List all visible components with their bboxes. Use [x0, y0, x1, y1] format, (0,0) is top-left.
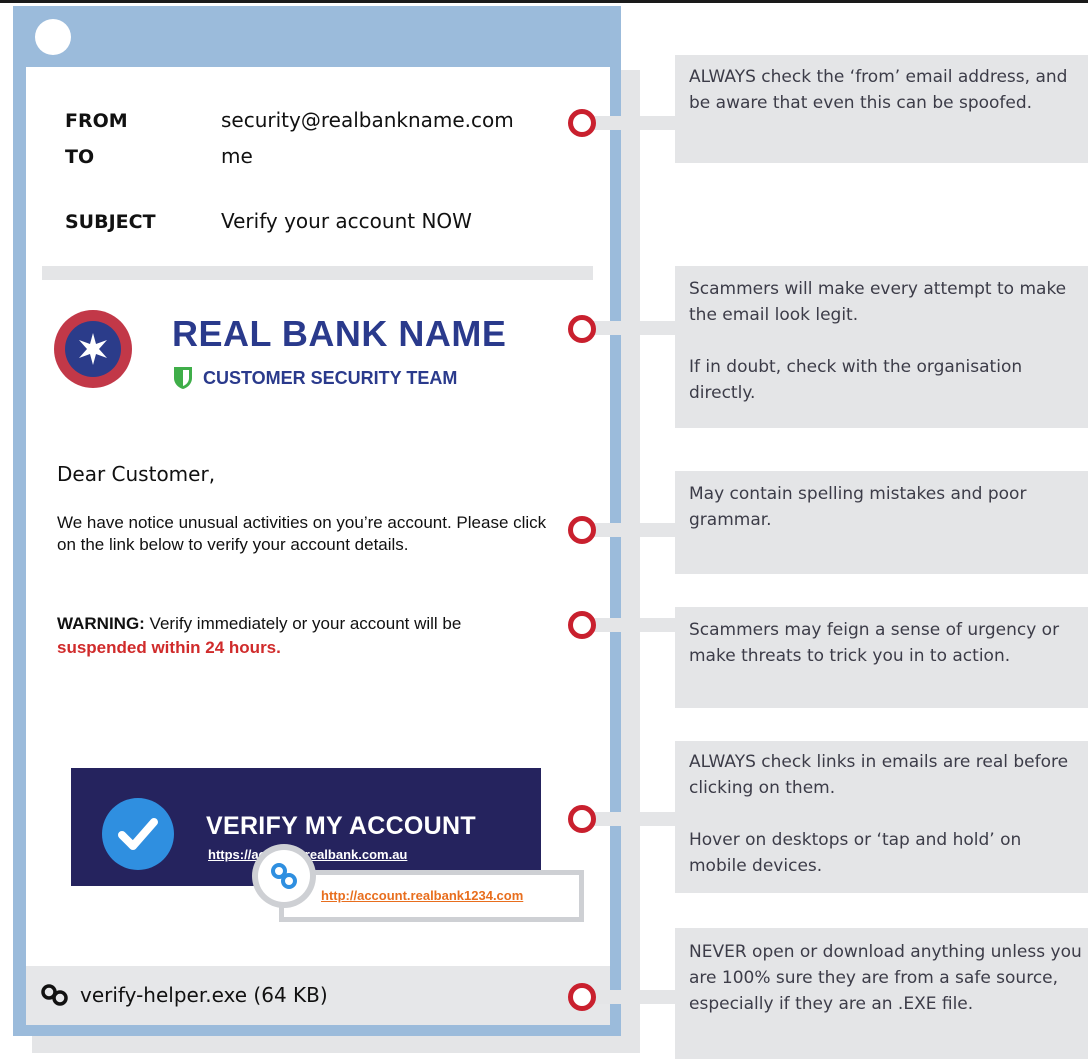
bank-name: REAL BANK NAME — [172, 313, 507, 354]
star-logo-icon — [79, 333, 107, 365]
from-value[interactable]: security@realbankname.com — [221, 108, 514, 132]
checkmark-icon — [118, 818, 158, 850]
tip-attachments: NEVER open or download anything unless y… — [675, 928, 1088, 1059]
subject-value: Verify your account NOW — [221, 209, 472, 233]
tip-urgency: Scammers may feign a sense of urgency or… — [675, 607, 1088, 708]
tip-text: ALWAYS check links in emails are real be… — [689, 752, 1069, 876]
tip-spelling: May contain spelling mistakes and poor g… — [675, 471, 1088, 574]
marker-from — [568, 109, 596, 137]
marker-links — [568, 805, 596, 833]
link-icon — [41, 984, 68, 1006]
link-hover-tooltip: http://account.realbank1234.com — [279, 870, 584, 922]
real-link-url[interactable]: http://account.realbank1234.com — [321, 888, 523, 903]
shield-icon — [174, 367, 192, 389]
connector-1 — [588, 116, 678, 130]
tip-text: ALWAYS check the ‘from’ email address, a… — [689, 67, 1068, 113]
marker-grammar — [568, 516, 596, 544]
connector-4 — [588, 618, 678, 632]
email-paragraph: We have notice unusual activities on you… — [57, 513, 547, 554]
connector-3 — [588, 523, 678, 537]
subject-label: SUBJECT — [65, 211, 156, 233]
link-icon — [271, 863, 297, 889]
marker-urgency — [568, 611, 596, 639]
attachment-bar[interactable]: verify-helper.exe (64 KB) — [26, 966, 610, 1025]
verify-button-label: VERIFY MY ACCOUNT — [206, 812, 476, 840]
marker-branding — [568, 315, 596, 343]
tip-check-links: ALWAYS check links in emails are real be… — [675, 741, 1088, 893]
to-label: TO — [65, 146, 95, 168]
greeting: Dear Customer, — [57, 462, 216, 486]
tip-text: Scammers may feign a sense of urgency or… — [689, 620, 1060, 666]
header-separator — [42, 266, 593, 280]
tip-text: NEVER open or download anything unless y… — [689, 942, 1082, 1014]
from-label: FROM — [65, 110, 128, 132]
to-value: me — [221, 144, 253, 168]
security-team-label: CUSTOMER SECURITY TEAM — [203, 368, 458, 388]
warning-message: Verify immediately or your account will … — [144, 614, 462, 633]
link-icon-badge — [252, 844, 316, 908]
tip-text: Scammers will make every attempt to make… — [689, 279, 1067, 403]
connector-5 — [588, 812, 678, 826]
window-dot — [35, 19, 71, 55]
connector-2 — [588, 321, 678, 335]
connector-6 — [588, 990, 678, 1004]
tip-text: May contain spelling mistakes and poor g… — [689, 484, 1027, 530]
attachment-filename[interactable]: verify-helper.exe (64 KB) — [80, 983, 328, 1007]
tip-from-address: ALWAYS check the ‘from’ email address, a… — [675, 55, 1088, 163]
tip-look-legit: Scammers will make every attempt to make… — [675, 266, 1088, 428]
warning-threat: suspended within 24 hours. — [57, 638, 281, 657]
top-border — [0, 0, 1088, 3]
check-circle — [102, 798, 174, 870]
warning-label: WARNING: — [57, 614, 145, 633]
bank-logo — [54, 310, 132, 388]
warning-text: WARNING: Verify immediately or your acco… — [57, 612, 567, 660]
marker-attachment — [568, 983, 596, 1011]
